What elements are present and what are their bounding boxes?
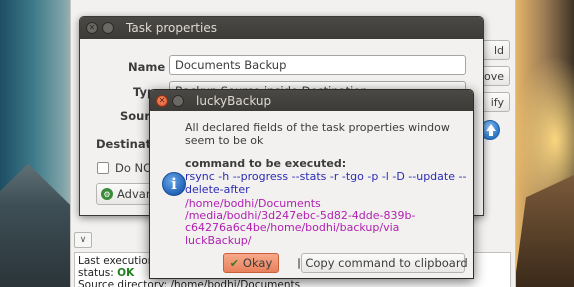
do-not-checkbox-label: Do NO — [115, 161, 153, 175]
command-heading: command to be executed: — [185, 157, 347, 170]
destination-path-text-cont: c64276a6c4be/home/bodhi/backup/via luckB… — [185, 221, 400, 247]
minimize-icon[interactable] — [102, 22, 114, 34]
rsync-command-text: rsync -h --progress --stats -r -tgo -p -… — [185, 170, 467, 196]
copy-command-button-label: Copy command to clipboard — [305, 256, 468, 270]
validation-message: All declared fields of the task properti… — [185, 121, 450, 147]
okay-button[interactable]: ✔ Okay — [223, 253, 279, 273]
okay-button-label: Okay — [242, 256, 273, 270]
gear-icon: ⚙ — [101, 188, 113, 200]
copy-command-button[interactable]: Copy command to clipboard — [298, 253, 468, 273]
check-icon: ✔ — [229, 256, 239, 270]
window-title: Task properties — [126, 21, 217, 35]
name-label: Name : — [128, 60, 174, 74]
collapse-log-button[interactable]: ∨ — [74, 232, 92, 248]
dialog-title: luckyBackup — [196, 93, 272, 108]
clipboard-icon — [298, 257, 301, 269]
task-name-input[interactable]: Documents Backup — [169, 55, 466, 75]
source-label: Sour — [120, 109, 151, 123]
luckybackup-dialog: ✕ luckyBackup i All declared fields of t… — [149, 89, 474, 279]
log-line-source: Source directory: /home/bodhi/Documents — [78, 279, 301, 287]
status-ok-text: OK — [117, 267, 135, 279]
info-icon: i — [162, 172, 186, 196]
dialog-titlebar: ✕ luckyBackup — [150, 90, 473, 111]
double-chevron-down-icon: ∨ — [79, 235, 87, 245]
task-properties-titlebar: ✕ Task properties — [80, 17, 483, 39]
close-icon[interactable]: ✕ — [156, 94, 168, 107]
minimize-icon[interactable] — [172, 94, 184, 107]
advanced-button-label: Advan — [117, 187, 154, 201]
do-not-checkbox[interactable] — [97, 162, 109, 174]
close-icon[interactable]: ✕ — [86, 22, 98, 34]
